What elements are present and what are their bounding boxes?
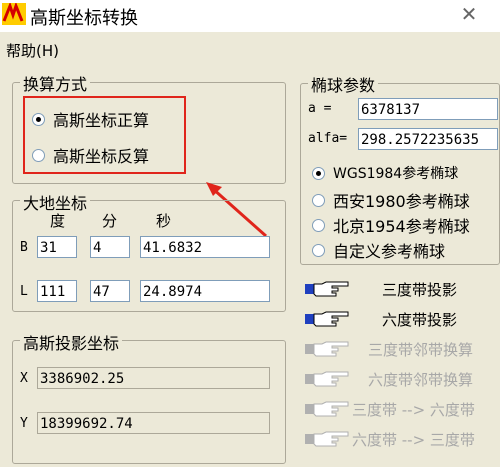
b-second-input[interactable]: 41.6832 xyxy=(140,236,270,258)
btn-6deg-adjacent-conversion[interactable]: 六度带邻带换算 xyxy=(304,368,500,390)
radio-wgs1984[interactable]: WGS1984参考椭球 xyxy=(312,163,458,183)
col-second: 秒 xyxy=(156,212,172,230)
title-bar: 高斯坐标转换 ✕ xyxy=(0,0,500,32)
pointing-hand-icon xyxy=(305,341,349,357)
label-x: X xyxy=(20,371,28,386)
btn-6deg-to-3deg[interactable]: 六度带 --> 三度带 xyxy=(304,428,500,450)
radio-xian1980-label: 西安1980参考椭球 xyxy=(333,192,470,211)
menu-bar: 帮助(H) xyxy=(0,38,500,62)
calc-mode-legend: 换算方式 xyxy=(20,71,91,95)
btn-3deg-to-6deg[interactable]: 三度带 --> 六度带 xyxy=(304,398,500,420)
l-second-input[interactable]: 24.8974 xyxy=(140,280,270,302)
label-alfa: alfa= xyxy=(308,131,348,146)
btn-6deg-to-3deg-label: 六度带 --> 三度带 xyxy=(352,430,475,449)
pointing-hand-icon xyxy=(305,431,349,447)
a-input[interactable]: 6378137 xyxy=(358,98,498,120)
close-button[interactable]: ✕ xyxy=(456,2,482,26)
radio-beijing1954-label: 北京1954参考椭球 xyxy=(333,217,470,236)
l-degree-input[interactable]: 111 xyxy=(37,280,77,302)
projection-group xyxy=(12,340,286,464)
pointing-hand-icon xyxy=(305,281,349,297)
radio-beijing1954[interactable]: 北京1954参考椭球 xyxy=(312,213,470,237)
y-output: 18399692.74 xyxy=(37,412,270,434)
pointing-hand-icon xyxy=(305,311,349,327)
radio-wgs1984-indicator[interactable] xyxy=(312,166,325,180)
l-minute-input[interactable]: 47 xyxy=(90,280,130,302)
btn-3deg-projection-label: 三度带投影 xyxy=(382,280,458,299)
pointing-hand-icon xyxy=(305,371,349,387)
btn-3deg-adjacent-conversion[interactable]: 三度带邻带换算 xyxy=(304,338,500,360)
radio-xian1980-indicator[interactable] xyxy=(312,193,325,207)
label-y: Y xyxy=(20,416,28,431)
btn-3deg-to-6deg-label: 三度带 --> 六度带 xyxy=(352,400,475,419)
alfa-input[interactable]: 298.2572235635 xyxy=(358,128,498,150)
radio-beijing1954-indicator[interactable] xyxy=(312,218,325,232)
menu-help[interactable]: 帮助(H) xyxy=(6,40,59,61)
b-minute-input[interactable]: 4 xyxy=(90,236,130,258)
b-degree-input[interactable]: 31 xyxy=(37,236,77,258)
btn-3deg-projection[interactable]: 三度带投影 xyxy=(304,278,500,300)
radio-custom[interactable]: 自定义参考椭球 xyxy=(312,238,445,262)
radio-custom-indicator[interactable] xyxy=(312,243,325,257)
radio-custom-label: 自定义参考椭球 xyxy=(333,242,446,261)
btn-6deg-projection[interactable]: 六度带投影 xyxy=(304,308,500,330)
radio-wgs1984-label: WGS1984参考椭球 xyxy=(333,166,459,182)
label-l: L xyxy=(20,284,28,299)
radio-xian1980[interactable]: 西安1980参考椭球 xyxy=(312,188,470,212)
app-window: 高斯坐标转换 ✕ 帮助(H) 换算方式 高斯坐标正算 高斯坐标反算 大地坐标 度… xyxy=(0,0,500,467)
annotation-box xyxy=(23,96,186,174)
pointing-hand-icon xyxy=(305,401,349,417)
app-logo-icon xyxy=(2,3,26,25)
label-b: B xyxy=(20,240,28,255)
ellipsoid-legend: 椭球参数 xyxy=(308,72,379,96)
close-icon: ✕ xyxy=(460,2,478,26)
btn-3deg-adjacent-conversion-label: 三度带邻带换算 xyxy=(368,340,474,359)
btn-6deg-projection-label: 六度带投影 xyxy=(382,310,458,329)
col-degree: 度 xyxy=(50,212,66,230)
label-a: a = xyxy=(308,101,332,116)
window-title: 高斯坐标转换 xyxy=(30,8,138,29)
col-minute: 分 xyxy=(102,212,118,230)
x-output: 3386902.25 xyxy=(37,367,270,389)
btn-6deg-adjacent-conversion-label: 六度带邻带换算 xyxy=(368,370,474,389)
projection-legend: 高斯投影坐标 xyxy=(20,330,123,354)
